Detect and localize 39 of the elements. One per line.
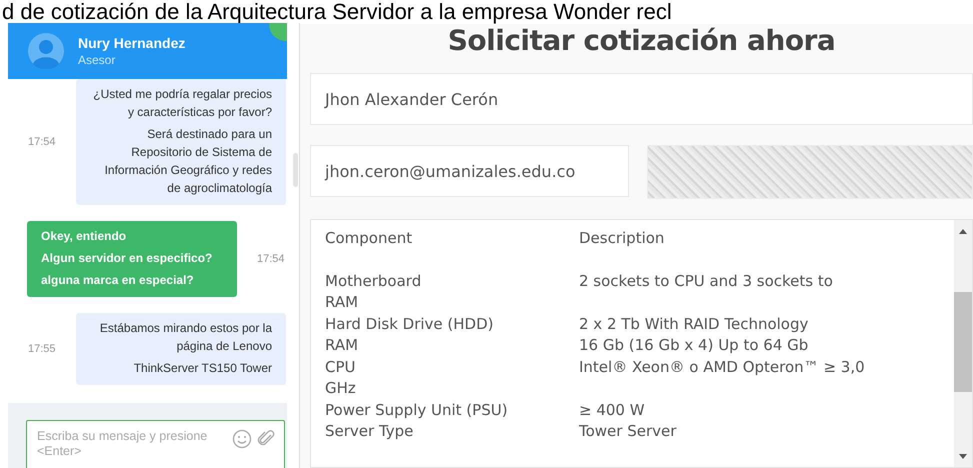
message-text: ¿Usted me podría regalar precios y características por favor? [92, 86, 272, 121]
details-text-area[interactable] [310, 219, 973, 468]
component-text: CPU [325, 356, 356, 378]
page-heading: d de cotización de la Arquitectura Servidor a la empresa Wonder recl [1, 0, 673, 24]
component-text: Power Supply Unit (PSU) [325, 400, 509, 420]
description-text: 2 sockets to CPU and 3 sockets to [579, 270, 834, 292]
component-text: GHz [325, 378, 357, 399]
message-text: Estábamos mirando estos por la página de Lenovo [98, 320, 272, 355]
component-text: RAM [325, 292, 360, 313]
description-text: ≥ 400 W [579, 400, 646, 420]
column-header: Description [579, 228, 666, 249]
message-text: Okey, entiendo [41, 228, 128, 245]
message-time: 17:54 [256, 253, 285, 265]
component-text: Motherboard [325, 270, 422, 292]
name-field[interactable]: Jhon Alexander Cerón [310, 73, 973, 125]
component-text: RAM [325, 335, 360, 356]
message-text: Algun servidor en especifico? [41, 250, 214, 267]
scrollbar-thumb[interactable] [954, 292, 972, 392]
message-text: Será destinado para un Repositorio de Sistema de Información Geográfico y redes de agroclimatología [104, 126, 272, 197]
column-header: Component [325, 228, 414, 249]
description-text: 16 Gb (16 Gb x 4) Up to 64 Gb [579, 335, 810, 356]
message-input-field[interactable]: Escriba su mensaje y presione <Enter> [26, 420, 285, 468]
message-text: alguna marca en especial? [41, 272, 195, 289]
description-text: Tower Server [579, 421, 678, 442]
message-text: ThinkServer TS150 Tower [132, 360, 272, 377]
form-title: Solicitar cotización ahora [446, 24, 836, 59]
scrollbar[interactable] [954, 220, 972, 467]
avatar-icon [28, 33, 64, 69]
smiley-icon[interactable] [232, 429, 252, 449]
message-time: 17:55 [27, 343, 57, 355]
component-text: Hard Disk Drive (HDD) [325, 314, 494, 334]
scrollbar-thumb[interactable] [293, 153, 298, 187]
description-text: Intel® Xeon® o AMD Opteron™ ≥ 3,0 [579, 356, 866, 378]
email-field[interactable]: jhon.ceron@umanizales.edu.co [310, 145, 629, 197]
message-time: 17:54 [27, 136, 57, 148]
description-text: 2 x 2 Tb With RAID Technology [579, 314, 810, 334]
component-text: Server Type [325, 421, 414, 442]
agent-role: Asesor [78, 53, 116, 67]
agent-name: Nury Hernandez [78, 35, 186, 51]
